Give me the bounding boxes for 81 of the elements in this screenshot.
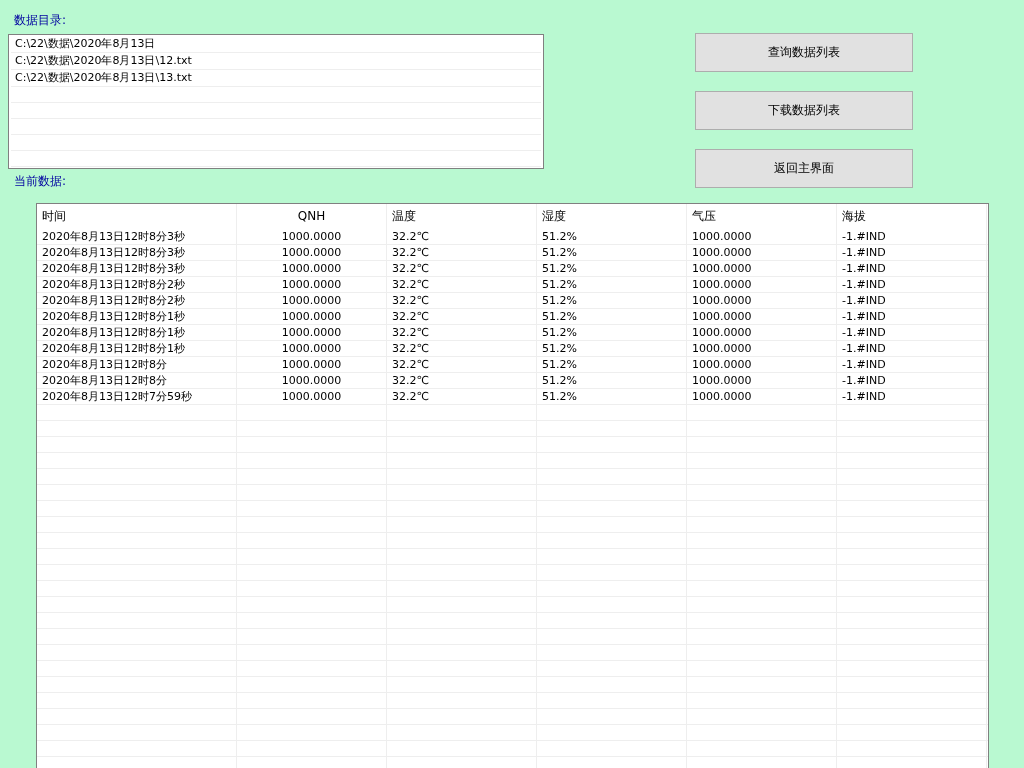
table-cell: -1.#IND [837, 245, 987, 260]
table-cell: -1.#IND [837, 261, 987, 276]
table-cell: 1000.0000 [687, 309, 837, 324]
table-cell: -1.#IND [837, 277, 987, 292]
table-cell: 51.2% [537, 245, 687, 260]
table-cell: 32.2℃ [387, 309, 537, 324]
table-cell: 1000.0000 [687, 389, 837, 404]
table-cell: 51.2% [537, 389, 687, 404]
table-cell: 1000.0000 [687, 293, 837, 308]
table-cell: 1000.0000 [237, 293, 387, 308]
table-cell: 2020年8月13日12时8分 [37, 373, 237, 388]
table-cell: 51.2% [537, 261, 687, 276]
table-cell: 51.2% [537, 229, 687, 244]
column-header[interactable]: 湿度 [537, 204, 687, 229]
table-cell: -1.#IND [837, 341, 987, 356]
action-button[interactable]: 返回主界面 [695, 149, 913, 188]
table-cell: 1000.0000 [687, 261, 837, 276]
table-cell: 2020年8月13日12时8分3秒 [37, 229, 237, 244]
table-cell: -1.#IND [837, 357, 987, 372]
table-cell: 1000.0000 [237, 389, 387, 404]
table-cell: 1000.0000 [687, 357, 837, 372]
column-header[interactable]: 时间 [37, 204, 237, 229]
table-cell: -1.#IND [837, 309, 987, 324]
table-cell: 1000.0000 [237, 373, 387, 388]
table-cell: -1.#IND [837, 325, 987, 340]
column-header[interactable]: QNH [237, 204, 387, 229]
table-cell: 2020年8月13日12时8分3秒 [37, 245, 237, 260]
table-cell: 32.2℃ [387, 229, 537, 244]
table-cell: 51.2% [537, 341, 687, 356]
table-cell: 2020年8月13日12时8分1秒 [37, 341, 237, 356]
table-cell: 1000.0000 [237, 261, 387, 276]
table-cell: 2020年8月13日12时8分2秒 [37, 293, 237, 308]
directory-item[interactable]: C:\22\数据\2020年8月13日\13.txt [11, 70, 541, 87]
table-cell: 2020年8月13日12时8分2秒 [37, 277, 237, 292]
table-cell: 51.2% [537, 309, 687, 324]
table-cell: 1000.0000 [687, 277, 837, 292]
table-cell: 32.2℃ [387, 325, 537, 340]
section-label: 当前数据: [14, 173, 68, 189]
table-cell: 32.2℃ [387, 277, 537, 292]
table-cell: -1.#IND [837, 229, 987, 244]
table-cell: 1000.0000 [237, 245, 387, 260]
table-cell: 32.2℃ [387, 389, 537, 404]
table-cell: 1000.0000 [687, 325, 837, 340]
table-cell: 32.2℃ [387, 357, 537, 372]
table-cell: 1000.0000 [237, 277, 387, 292]
table-cell: 32.2℃ [387, 373, 537, 388]
table-cell: 51.2% [537, 325, 687, 340]
directory-list[interactable]: C:\22\数据\2020年8月13日 C:\22\数据\2020年8月13日\12.txt C:\22\数据\2020年8月13日\13.txt [8, 34, 544, 169]
table-cell: 2020年8月13日12时8分 [37, 357, 237, 372]
table-cell: 1000.0000 [237, 229, 387, 244]
section-label: 数据目录: [14, 12, 68, 28]
table-cell: 51.2% [537, 373, 687, 388]
table-cell: -1.#IND [837, 373, 987, 388]
action-button[interactable]: 查询数据列表 [695, 33, 913, 72]
column-header[interactable]: 温度 [387, 204, 537, 229]
table-cell: 1000.0000 [687, 341, 837, 356]
table-cell: 1000.0000 [237, 309, 387, 324]
table-cell: 32.2℃ [387, 341, 537, 356]
table-cell: 1000.0000 [687, 373, 837, 388]
table-cell: 32.2℃ [387, 293, 537, 308]
table-cell: -1.#IND [837, 389, 987, 404]
table-cell: -1.#IND [837, 293, 987, 308]
column-header[interactable]: 海拔 [837, 204, 987, 229]
table-cell: 32.2℃ [387, 245, 537, 260]
table-cell: 1000.0000 [237, 325, 387, 340]
directory-item[interactable]: C:\22\数据\2020年8月13日 [11, 36, 541, 53]
table-cell: 1000.0000 [687, 245, 837, 260]
directory-item[interactable]: C:\22\数据\2020年8月13日\12.txt [11, 53, 541, 70]
table-cell: 2020年8月13日12时7分59秒 [37, 389, 237, 404]
table-cell: 2020年8月13日12时8分1秒 [37, 309, 237, 324]
table-cell: 32.2℃ [387, 261, 537, 276]
table-cell: 1000.0000 [687, 229, 837, 244]
action-button[interactable]: 下载数据列表 [695, 91, 913, 130]
column-header[interactable]: 气压 [687, 204, 837, 229]
table-cell: 51.2% [537, 293, 687, 308]
table-cell: 51.2% [537, 277, 687, 292]
table-cell: 1000.0000 [237, 341, 387, 356]
table-cell: 1000.0000 [237, 357, 387, 372]
table-cell: 51.2% [537, 357, 687, 372]
table-cell: 2020年8月13日12时8分1秒 [37, 325, 237, 340]
table-cell: 2020年8月13日12时8分3秒 [37, 261, 237, 276]
